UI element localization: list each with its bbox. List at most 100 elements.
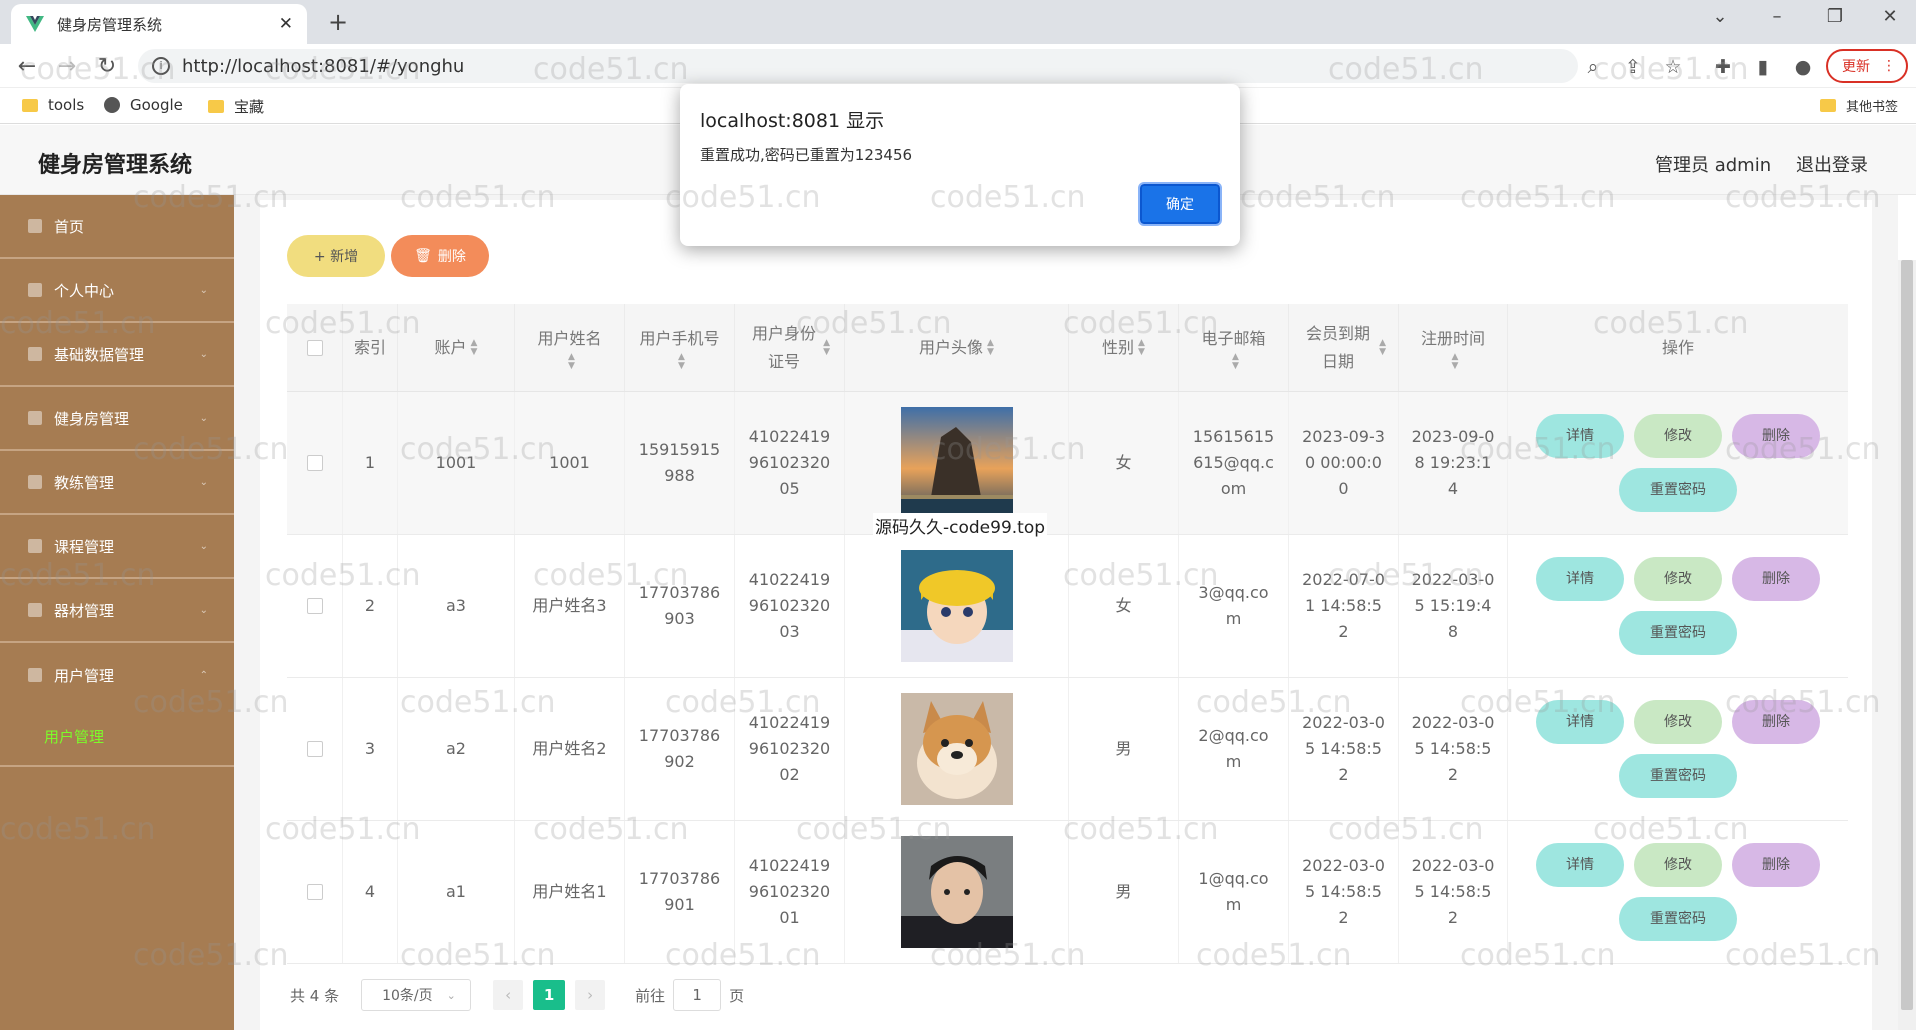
bookmark-star-icon[interactable]: ☆ xyxy=(1660,54,1686,80)
sidebar-item-profile[interactable]: 个人中心 ⌄ xyxy=(0,259,234,323)
sort-icon[interactable]: ▲ ▼ xyxy=(1138,338,1145,357)
table-row: 3 a2 用户姓名2 17703786902 41022419961023200… xyxy=(287,678,1848,821)
update-button[interactable]: 更新 ⋮ xyxy=(1826,49,1908,83)
header-avatar[interactable]: 用户头像 ▲ ▼ xyxy=(845,304,1069,391)
tab-search-icon[interactable]: ⌄ xyxy=(1700,6,1740,27)
sidebar-item-equipment[interactable]: 器材管理 ⌄ xyxy=(0,579,234,643)
sort-icon[interactable]: ▲ ▼ xyxy=(1452,352,1459,371)
header-idcard[interactable]: 用户身份证号 ▲ ▼ xyxy=(735,304,845,391)
header-registered[interactable]: 注册时间 ▲ ▼ xyxy=(1399,304,1508,391)
detail-button[interactable]: 详情 xyxy=(1536,557,1624,601)
detail-button[interactable]: 详情 xyxy=(1536,843,1624,887)
share-icon[interactable]: ⇪ xyxy=(1620,54,1646,80)
sidebar-item-label: 用户管理 xyxy=(54,666,115,685)
edit-button[interactable]: 修改 xyxy=(1634,557,1722,601)
sort-icon[interactable]: ▲ ▼ xyxy=(568,352,575,371)
scroll-thumb[interactable] xyxy=(1901,260,1913,1010)
dialog-ok-button[interactable]: 确定 xyxy=(1138,182,1222,226)
avatar-image[interactable] xyxy=(900,407,1013,519)
delete-button[interactable]: 删除 xyxy=(1732,414,1820,458)
new-tab-icon[interactable]: + xyxy=(324,8,352,36)
add-button[interactable]: + 新增 xyxy=(287,235,385,277)
header-label: 注册时间 xyxy=(1420,328,1485,348)
detail-button[interactable]: 详情 xyxy=(1536,700,1624,744)
reset-password-button[interactable]: 重置密码 xyxy=(1619,611,1737,655)
tab-close-icon[interactable]: ✕ xyxy=(279,14,293,34)
detail-button[interactable]: 详情 xyxy=(1536,414,1624,458)
close-window-icon[interactable]: ✕ xyxy=(1870,6,1910,27)
header-name[interactable]: 用户姓名 ▲ ▼ xyxy=(515,304,625,391)
sidebar-item-home[interactable]: 首页 xyxy=(0,195,234,259)
profile-icon[interactable]: ● xyxy=(1790,54,1816,80)
header-gender[interactable]: 性别 ▲ ▼ xyxy=(1069,304,1179,391)
sort-icon[interactable]: ▲ ▼ xyxy=(471,338,478,357)
avatar-image[interactable] xyxy=(900,836,1013,948)
row-checkbox[interactable] xyxy=(306,741,323,757)
cell-operations: 详情 修改 删除 重置密码 xyxy=(1508,821,1848,963)
logout-link[interactable]: 退出登录 xyxy=(1796,151,1868,177)
site-info-icon[interactable]: i xyxy=(152,57,170,75)
edit-button[interactable]: 修改 xyxy=(1634,843,1722,887)
goto-page-input[interactable]: 1 xyxy=(673,979,722,1011)
cell-name: 用户姓名1 xyxy=(515,821,625,963)
forward-icon[interactable]: → xyxy=(52,52,82,80)
page-number[interactable]: 1 xyxy=(533,980,566,1010)
back-icon[interactable]: ← xyxy=(12,52,42,80)
table-row: 1 1001 1001 15915915988 4102241996102320… xyxy=(287,392,1848,535)
reset-password-button[interactable]: 重置密码 xyxy=(1619,897,1737,941)
batch-delete-button[interactable]: 🗑 删除 xyxy=(391,235,489,277)
ops-row: 详情 修改 删除 xyxy=(1536,843,1820,887)
row-checkbox[interactable] xyxy=(306,455,323,471)
avatar-image[interactable] xyxy=(900,693,1013,805)
sidebar-item-gym[interactable]: 健身房管理 ⌄ xyxy=(0,387,234,451)
zoom-icon[interactable]: ⌕ xyxy=(1580,54,1606,80)
sort-icon[interactable]: ▲ ▼ xyxy=(678,352,685,371)
delete-button[interactable]: 删除 xyxy=(1732,843,1820,887)
avatar-image[interactable] xyxy=(900,550,1013,662)
sidebar-item-coach[interactable]: 教练管理 ⌄ xyxy=(0,451,234,515)
sort-icon[interactable]: ▲ ▼ xyxy=(987,338,994,357)
header-phone[interactable]: 用户手机号 ▲ ▼ xyxy=(625,304,735,391)
browser-tab[interactable]: 健身房管理系统 ✕ xyxy=(11,4,307,44)
header-label: 账户 xyxy=(434,337,467,357)
sort-icon[interactable]: ▲ ▼ xyxy=(823,338,830,357)
bookmark-tools[interactable]: tools xyxy=(22,96,84,114)
header-email[interactable]: 电子邮箱 ▲ ▼ xyxy=(1179,304,1289,391)
reset-password-button[interactable]: 重置密码 xyxy=(1619,754,1737,798)
page-size-select[interactable]: 10条/页 ⌄ xyxy=(361,979,472,1011)
side-panel-icon[interactable]: ▮ xyxy=(1750,54,1776,80)
cell-operations: 详情 修改 删除 重置密码 xyxy=(1508,535,1848,677)
edit-button[interactable]: 修改 xyxy=(1634,700,1722,744)
reload-icon[interactable]: ↻ xyxy=(92,52,122,80)
other-bookmarks[interactable]: 其他书签 xyxy=(1820,96,1898,115)
header-account[interactable]: 账户 ▲ ▼ xyxy=(398,304,515,391)
extensions-icon[interactable]: ✚ xyxy=(1710,54,1736,80)
sidebar-item-users[interactable]: 用户管理 ⌃ xyxy=(0,643,234,707)
delete-button[interactable]: 删除 xyxy=(1732,557,1820,601)
maximize-icon[interactable]: ❐ xyxy=(1815,6,1855,27)
cell-avatar xyxy=(845,678,1069,820)
sort-icon[interactable]: ▲ ▼ xyxy=(1379,338,1386,357)
next-page-icon[interactable]: › xyxy=(575,980,606,1010)
address-bar[interactable]: i http://localhost:8081/#/yonghu xyxy=(138,49,1578,83)
sidebar-item-label: 健身房管理 xyxy=(54,409,130,428)
bookmark-baozang[interactable]: 宝藏 xyxy=(208,96,264,117)
row-checkbox[interactable] xyxy=(306,884,323,900)
bookmark-google[interactable]: Google xyxy=(104,96,183,114)
edit-button[interactable]: 修改 xyxy=(1634,414,1722,458)
sidebar-subitem-users[interactable]: 用户管理 xyxy=(0,707,234,767)
cell-phone: 15915915988 xyxy=(625,392,735,534)
delete-button[interactable]: 删除 xyxy=(1732,700,1820,744)
trash-icon: 🗑 xyxy=(414,248,432,264)
header-expire[interactable]: 会员到期日期 ▲ ▼ xyxy=(1289,304,1399,391)
sort-icon[interactable]: ▲ ▼ xyxy=(1232,352,1239,371)
sidebar-item-label: 个人中心 xyxy=(54,281,115,300)
prev-page-icon[interactable]: ‹ xyxy=(493,980,524,1010)
sidebar-item-course[interactable]: 课程管理 ⌄ xyxy=(0,515,234,579)
reset-password-button[interactable]: 重置密码 xyxy=(1619,468,1737,512)
sidebar-item-basic-data[interactable]: 基础数据管理 ⌄ xyxy=(0,323,234,387)
minimize-icon[interactable]: – xyxy=(1757,6,1797,27)
page-scrollbar[interactable] xyxy=(1898,260,1916,1030)
select-all-checkbox[interactable] xyxy=(306,339,323,356)
row-checkbox[interactable] xyxy=(306,598,323,614)
